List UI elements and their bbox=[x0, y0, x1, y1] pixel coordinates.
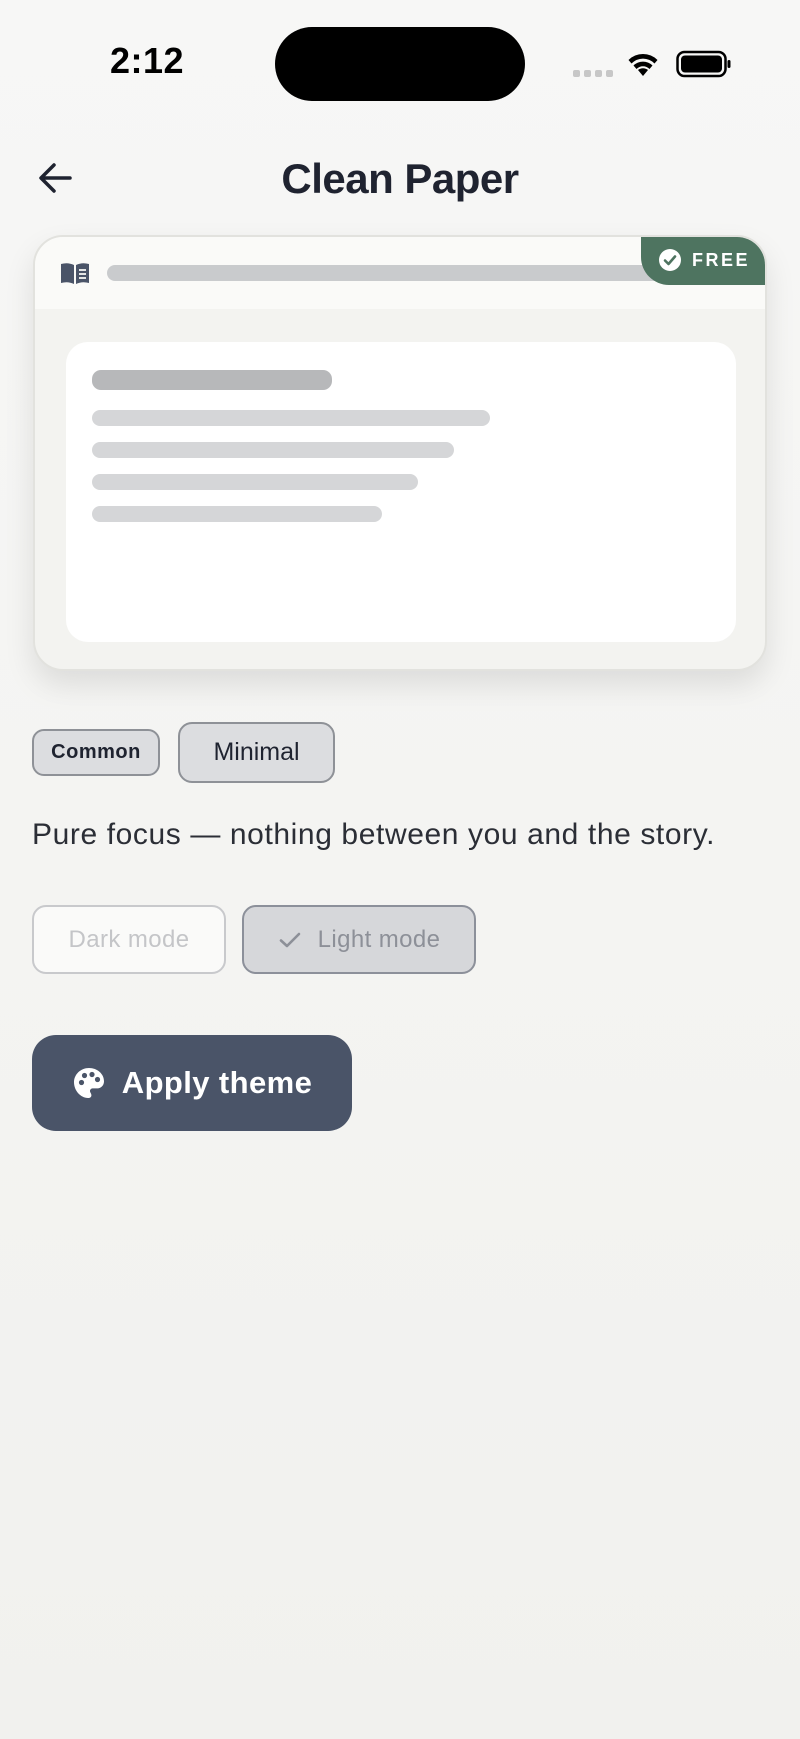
status-time: 2:12 bbox=[110, 40, 185, 81]
palette-icon bbox=[73, 1068, 104, 1098]
dark-mode-label: Dark mode bbox=[68, 925, 190, 953]
book-icon bbox=[61, 263, 89, 284]
apply-theme-button[interactable]: Apply theme bbox=[32, 1035, 352, 1131]
preview-title-placeholder bbox=[107, 265, 677, 281]
preview-text-line bbox=[92, 410, 490, 426]
page-title: Clean Paper bbox=[281, 155, 519, 202]
dynamic-island bbox=[275, 27, 525, 101]
light-mode-label: Light mode bbox=[317, 925, 441, 953]
theme-description: Pure focus — nothing between you and the… bbox=[32, 818, 716, 851]
rarity-tag: Common bbox=[32, 729, 160, 776]
style-tag: Minimal bbox=[178, 722, 335, 783]
apply-theme-label: Apply theme bbox=[121, 1065, 313, 1100]
check-circle-icon bbox=[658, 249, 681, 271]
preview-text-line bbox=[92, 474, 418, 490]
theme-preview-card: FREE bbox=[33, 235, 767, 671]
check-icon bbox=[279, 932, 300, 947]
cellular-signal-icon bbox=[573, 70, 613, 77]
preview-heading-placeholder bbox=[92, 370, 332, 390]
preview-text-line bbox=[92, 442, 454, 458]
free-badge: FREE bbox=[641, 237, 765, 285]
preview-page bbox=[66, 342, 736, 642]
wifi-icon bbox=[628, 53, 658, 76]
theme-detail-screen: 2:12 Clean Paper FREE Common Minimal Pur… bbox=[0, 0, 800, 1739]
light-mode-option[interactable]: Light mode bbox=[242, 905, 476, 974]
battery-icon bbox=[676, 50, 731, 78]
preview-text-line bbox=[92, 506, 382, 522]
dark-mode-option[interactable]: Dark mode bbox=[32, 905, 226, 974]
free-badge-label: FREE bbox=[691, 249, 750, 270]
